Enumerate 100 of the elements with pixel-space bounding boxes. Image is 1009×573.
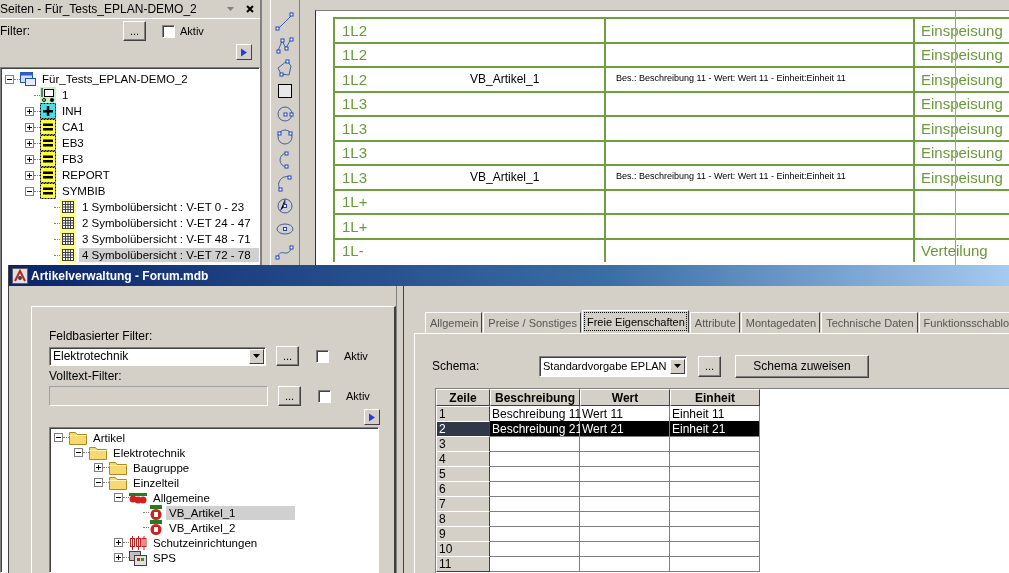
grid-cell[interactable] <box>490 466 580 482</box>
column-header[interactable]: Einheit <box>670 389 760 406</box>
grid-cell[interactable] <box>580 556 670 572</box>
tree-item[interactable]: EB3 <box>59 136 87 150</box>
tab[interactable]: Freie Eigenschaften <box>581 310 689 333</box>
grid-cell[interactable] <box>670 466 760 482</box>
row-header[interactable]: 8 <box>436 511 490 527</box>
tree-item[interactable]: Einzelteil <box>130 475 183 490</box>
grid-cell[interactable] <box>580 526 670 542</box>
tree-item[interactable]: 1 Symbolübersicht : V-ET 0 - 23 <box>79 200 248 214</box>
grid-cell[interactable] <box>670 541 760 557</box>
grid-cell[interactable] <box>580 466 670 482</box>
dropdown-icon[interactable] <box>227 7 234 11</box>
row-header[interactable]: 7 <box>436 496 490 512</box>
filter-dropdown[interactable]: Elektrotechnik <box>49 346 266 366</box>
collapse-icon[interactable] <box>94 478 103 487</box>
circle-icon[interactable] <box>275 127 295 147</box>
play-button[interactable] <box>236 44 252 60</box>
arc-icon[interactable] <box>275 173 295 193</box>
grid-cell[interactable] <box>490 526 580 542</box>
row-header[interactable]: 11 <box>436 556 490 572</box>
tab[interactable]: Funktionsschablo <box>918 312 1009 333</box>
polyline-icon[interactable] <box>275 35 295 55</box>
collapse-icon[interactable] <box>5 74 14 84</box>
expand-icon[interactable] <box>25 138 34 148</box>
browse-button[interactable]: ... <box>123 21 146 41</box>
line-icon[interactable] <box>275 12 295 32</box>
collapse-icon[interactable] <box>74 448 83 457</box>
row-header[interactable]: 2 <box>436 421 490 437</box>
tree-item[interactable]: SYMBIB <box>59 184 109 198</box>
grid-cell[interactable] <box>490 481 580 497</box>
grid-cell[interactable] <box>580 541 670 557</box>
tree-item[interactable]: Artikel <box>90 430 128 445</box>
row-header[interactable]: 3 <box>436 436 490 452</box>
row-header[interactable]: 1 <box>436 406 490 422</box>
play-button[interactable] <box>364 409 380 425</box>
polygon-icon[interactable] <box>275 58 295 78</box>
tree-item[interactable]: 1 <box>59 88 72 102</box>
grid-cell[interactable] <box>580 436 670 452</box>
grid-cell[interactable] <box>490 451 580 467</box>
column-header[interactable]: Zeile <box>436 389 490 406</box>
tab[interactable]: Allgemein <box>425 312 483 333</box>
tab[interactable]: Montagedaten <box>740 312 821 333</box>
grid-cell[interactable] <box>580 481 670 497</box>
column-header[interactable]: Beschreibung <box>490 389 580 406</box>
grid-cell[interactable] <box>670 556 760 572</box>
collapse-icon[interactable] <box>25 186 34 196</box>
grid-cell[interactable]: Wert 21 <box>580 421 670 437</box>
grid-cell[interactable] <box>490 511 580 527</box>
grid-cell[interactable] <box>670 496 760 512</box>
tree-item[interactable]: REPORT <box>59 168 113 182</box>
grid-cell[interactable] <box>490 541 580 557</box>
checkbox[interactable] <box>316 349 329 363</box>
tab[interactable]: Attribute <box>689 312 740 333</box>
close-icon[interactable] <box>246 5 254 13</box>
grid-cell[interactable] <box>670 451 760 467</box>
row-header[interactable]: 5 <box>436 466 490 482</box>
tab[interactable]: Preise / Sonstiges <box>483 312 581 333</box>
tree-item[interactable]: Schutzeinrichtungen <box>150 535 261 550</box>
tab[interactable]: Technische Daten <box>821 312 918 333</box>
grid-cell[interactable] <box>490 496 580 512</box>
tree-item[interactable]: CA1 <box>59 120 88 134</box>
tree-item[interactable]: SPS <box>150 550 179 565</box>
grid-cell[interactable] <box>580 511 670 527</box>
grid-cell[interactable] <box>580 451 670 467</box>
expand-icon[interactable] <box>25 122 34 132</box>
row-header[interactable]: 10 <box>436 541 490 557</box>
tree-item[interactable]: 3 Symbolübersicht : V-ET 48 - 71 <box>79 232 254 246</box>
row-header[interactable]: 4 <box>436 451 490 467</box>
checkbox[interactable] <box>162 24 175 38</box>
expand-icon[interactable] <box>25 170 34 180</box>
tree-item[interactable]: 2 Symbolübersicht : V-ET 24 - 47 <box>79 216 254 230</box>
browse-button[interactable]: ... <box>276 346 299 366</box>
tree-item[interactable]: Baugruppe <box>130 460 193 475</box>
assign-schema-button[interactable]: Schema zuweisen <box>735 354 869 378</box>
grid-cell[interactable] <box>490 436 580 452</box>
expand-icon[interactable] <box>114 538 123 547</box>
grid-cell[interactable] <box>580 496 670 512</box>
tree-item[interactable]: INH <box>59 104 85 118</box>
row-header[interactable]: 6 <box>436 481 490 497</box>
grid-cell[interactable] <box>490 556 580 572</box>
tree-item[interactable]: Elektrotechnik <box>110 445 189 460</box>
tree-item[interactable]: Allgemeine <box>150 490 213 505</box>
browse-button[interactable]: ... <box>698 355 721 377</box>
expand-icon[interactable] <box>25 106 34 116</box>
grid-cell[interactable] <box>670 436 760 452</box>
collapse-icon[interactable] <box>114 493 123 502</box>
grid-cell[interactable] <box>670 511 760 527</box>
expand-icon[interactable] <box>25 154 34 164</box>
expand-icon[interactable] <box>114 553 123 562</box>
rectangle-icon[interactable] <box>275 81 295 101</box>
expand-icon[interactable] <box>94 463 103 472</box>
grid-cell[interactable]: Einheit 21 <box>670 421 760 437</box>
grid-cell[interactable] <box>670 526 760 542</box>
column-header[interactable]: Wert <box>580 389 670 406</box>
grid-cell[interactable] <box>670 481 760 497</box>
tree-item[interactable]: FB3 <box>59 152 87 166</box>
tree-item[interactable]: Für_Tests_EPLAN-DEMO_2 <box>39 72 191 86</box>
tree-item[interactable]: 4 Symbolübersicht : V-ET 72 - 78 <box>79 248 259 262</box>
circle-icon[interactable] <box>275 196 295 216</box>
